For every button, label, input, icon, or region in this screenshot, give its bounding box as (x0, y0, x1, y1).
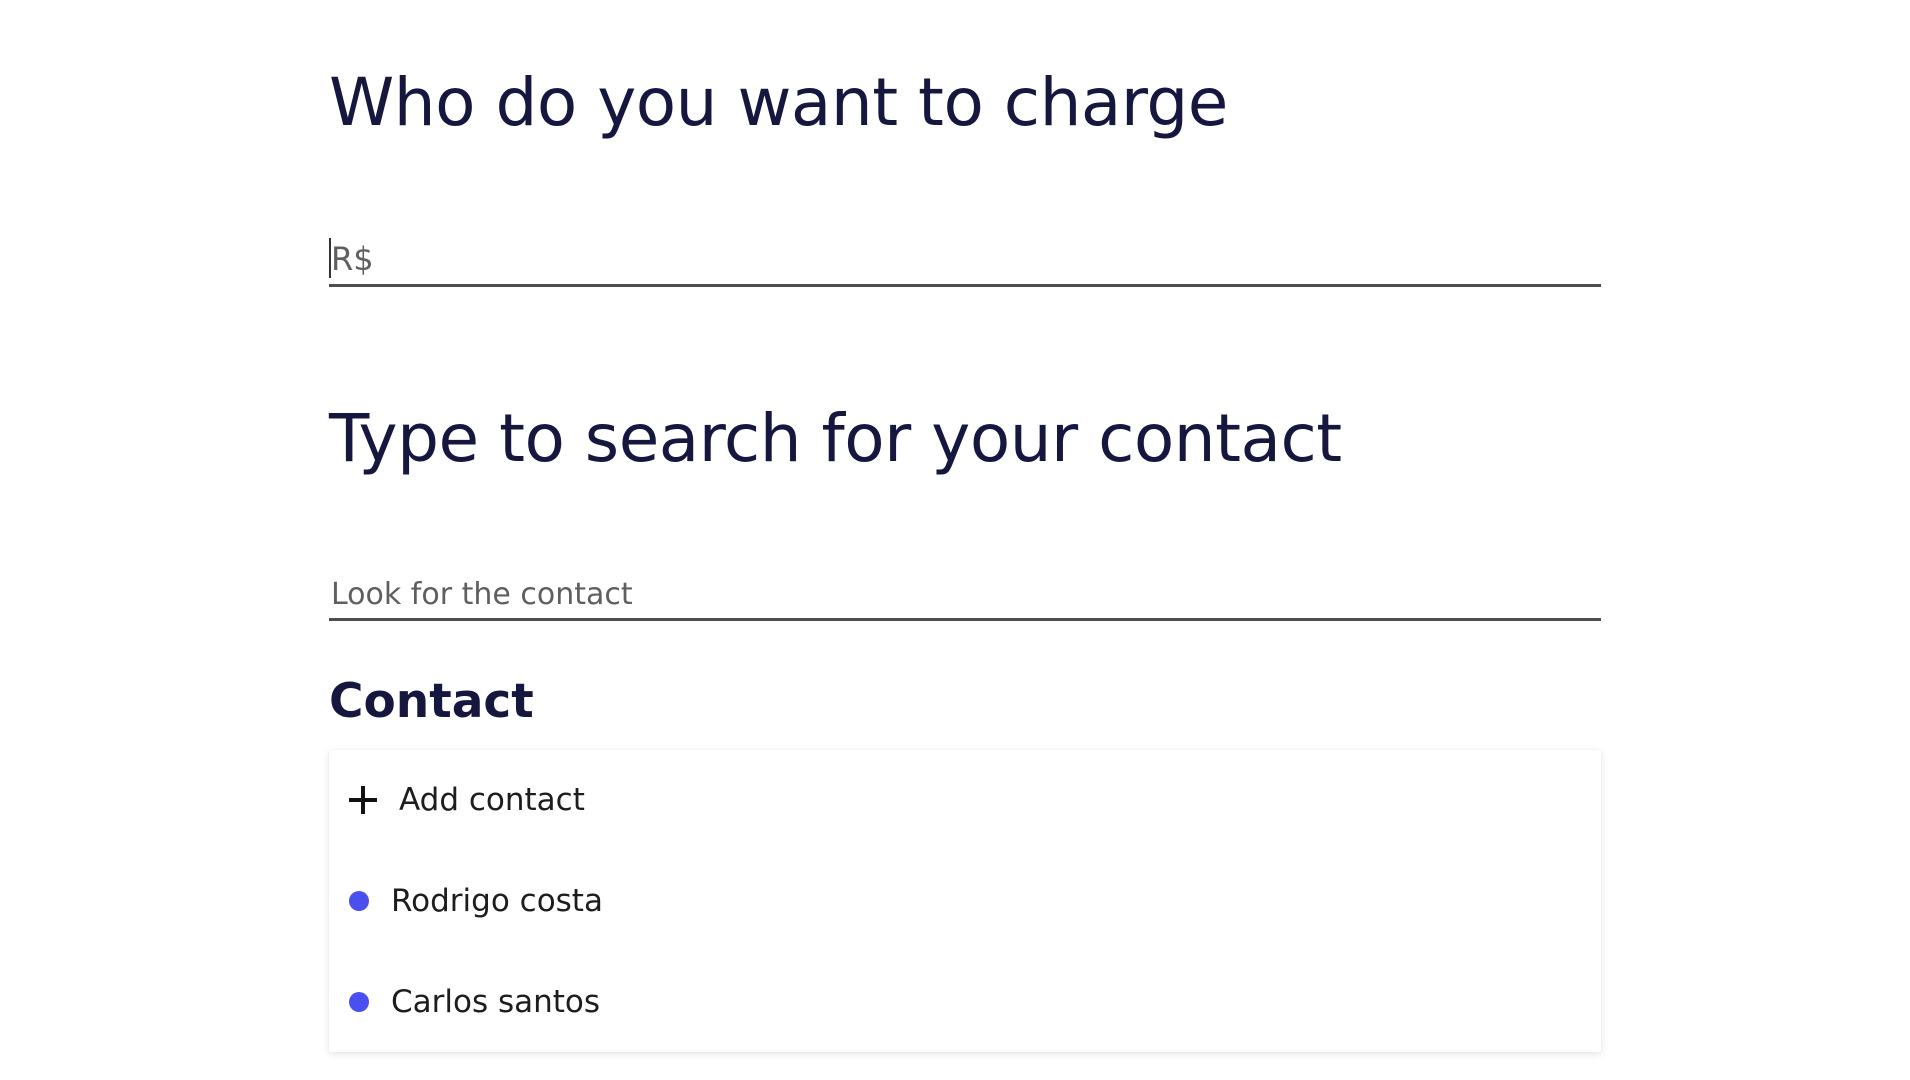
contact-item[interactable]: Carlos santos (329, 952, 1601, 1052)
amount-field[interactable] (329, 236, 1603, 287)
text-caret (329, 238, 331, 278)
contact-name: Rodrigo costa (391, 883, 603, 919)
search-heading: Type to search for your contact (329, 400, 1342, 477)
add-contact-label: Add contact (399, 782, 585, 818)
contact-search-field[interactable] (329, 574, 1603, 621)
add-contact-button[interactable]: Add contact (329, 750, 1601, 850)
contact-section-title: Contact (329, 674, 534, 729)
status-dot-icon (349, 891, 369, 911)
charge-heading: Who do you want to charge (329, 64, 1228, 141)
contact-list: Add contact Rodrigo costa Carlos santos (329, 750, 1601, 1052)
contact-item[interactable]: Rodrigo costa (329, 851, 1601, 951)
status-dot-icon (349, 992, 369, 1012)
contact-search-input[interactable] (329, 574, 1603, 616)
page: Who do you want to charge Type to search… (0, 0, 1910, 1080)
amount-input[interactable] (329, 236, 1603, 282)
contact-name: Carlos santos (391, 984, 601, 1020)
plus-icon (349, 786, 377, 814)
